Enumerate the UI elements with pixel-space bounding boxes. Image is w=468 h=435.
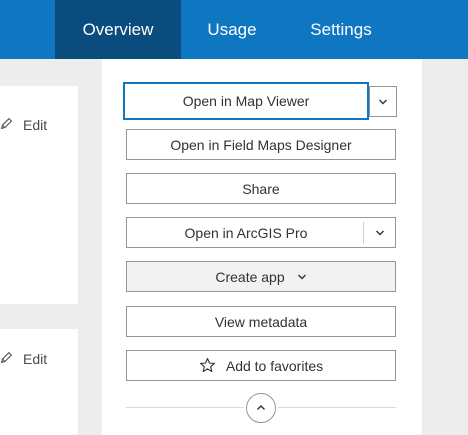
map-viewer-dropdown-toggle[interactable] bbox=[369, 86, 397, 117]
view-metadata-label: View metadata bbox=[214, 313, 308, 330]
open-arcgis-pro-button[interactable]: Open in ArcGIS Pro bbox=[126, 217, 396, 248]
share-label: Share bbox=[242, 180, 280, 197]
open-field-maps-designer-button[interactable]: Open in Field Maps Designer bbox=[126, 129, 396, 160]
top-nav-bar: Overview Usage Settings bbox=[0, 0, 468, 59]
tab-settings[interactable]: Settings bbox=[296, 0, 386, 59]
tab-usage[interactable]: Usage bbox=[190, 0, 274, 59]
collapse-button[interactable] bbox=[246, 393, 276, 423]
tab-settings-label: Settings bbox=[310, 19, 372, 39]
edit-button[interactable]: Edit bbox=[0, 117, 47, 133]
pencil-icon bbox=[0, 117, 23, 133]
open-arcgis-pro-label: Open in ArcGIS Pro bbox=[184, 224, 308, 241]
tab-overview-label: Overview bbox=[82, 19, 154, 39]
arcgis-pro-dropdown-toggle[interactable] bbox=[364, 218, 395, 247]
chevron-down-icon bbox=[297, 274, 306, 279]
content-card bbox=[0, 329, 78, 435]
tab-usage-label: Usage bbox=[207, 19, 257, 39]
add-to-favorites-button[interactable]: Add to favorites bbox=[126, 350, 396, 381]
open-field-maps-label: Open in Field Maps Designer bbox=[170, 136, 352, 153]
chevron-down-icon bbox=[375, 230, 384, 235]
divider-line bbox=[278, 407, 396, 408]
open-map-viewer-label: Open in Map Viewer bbox=[182, 93, 310, 109]
open-map-viewer-button[interactable]: Open in Map Viewer bbox=[123, 82, 369, 120]
star-icon bbox=[199, 357, 215, 373]
share-button[interactable]: Share bbox=[126, 173, 396, 204]
view-metadata-button[interactable]: View metadata bbox=[126, 306, 396, 337]
add-to-favorites-label: Add to favorites bbox=[225, 357, 324, 374]
pencil-icon bbox=[0, 351, 23, 367]
edit-label: Edit bbox=[23, 117, 48, 133]
tab-overview[interactable]: Overview bbox=[55, 0, 181, 59]
create-app-label: Create app bbox=[215, 268, 285, 285]
edit-label: Edit bbox=[23, 351, 48, 367]
chevron-down-icon bbox=[379, 99, 387, 104]
actions-panel: Open in Map Viewer Open in Field Maps De… bbox=[102, 59, 422, 435]
divider-line bbox=[126, 407, 244, 408]
chevron-up-icon bbox=[257, 405, 265, 410]
edit-button[interactable]: Edit bbox=[0, 351, 47, 367]
create-app-button[interactable]: Create app bbox=[126, 261, 396, 292]
